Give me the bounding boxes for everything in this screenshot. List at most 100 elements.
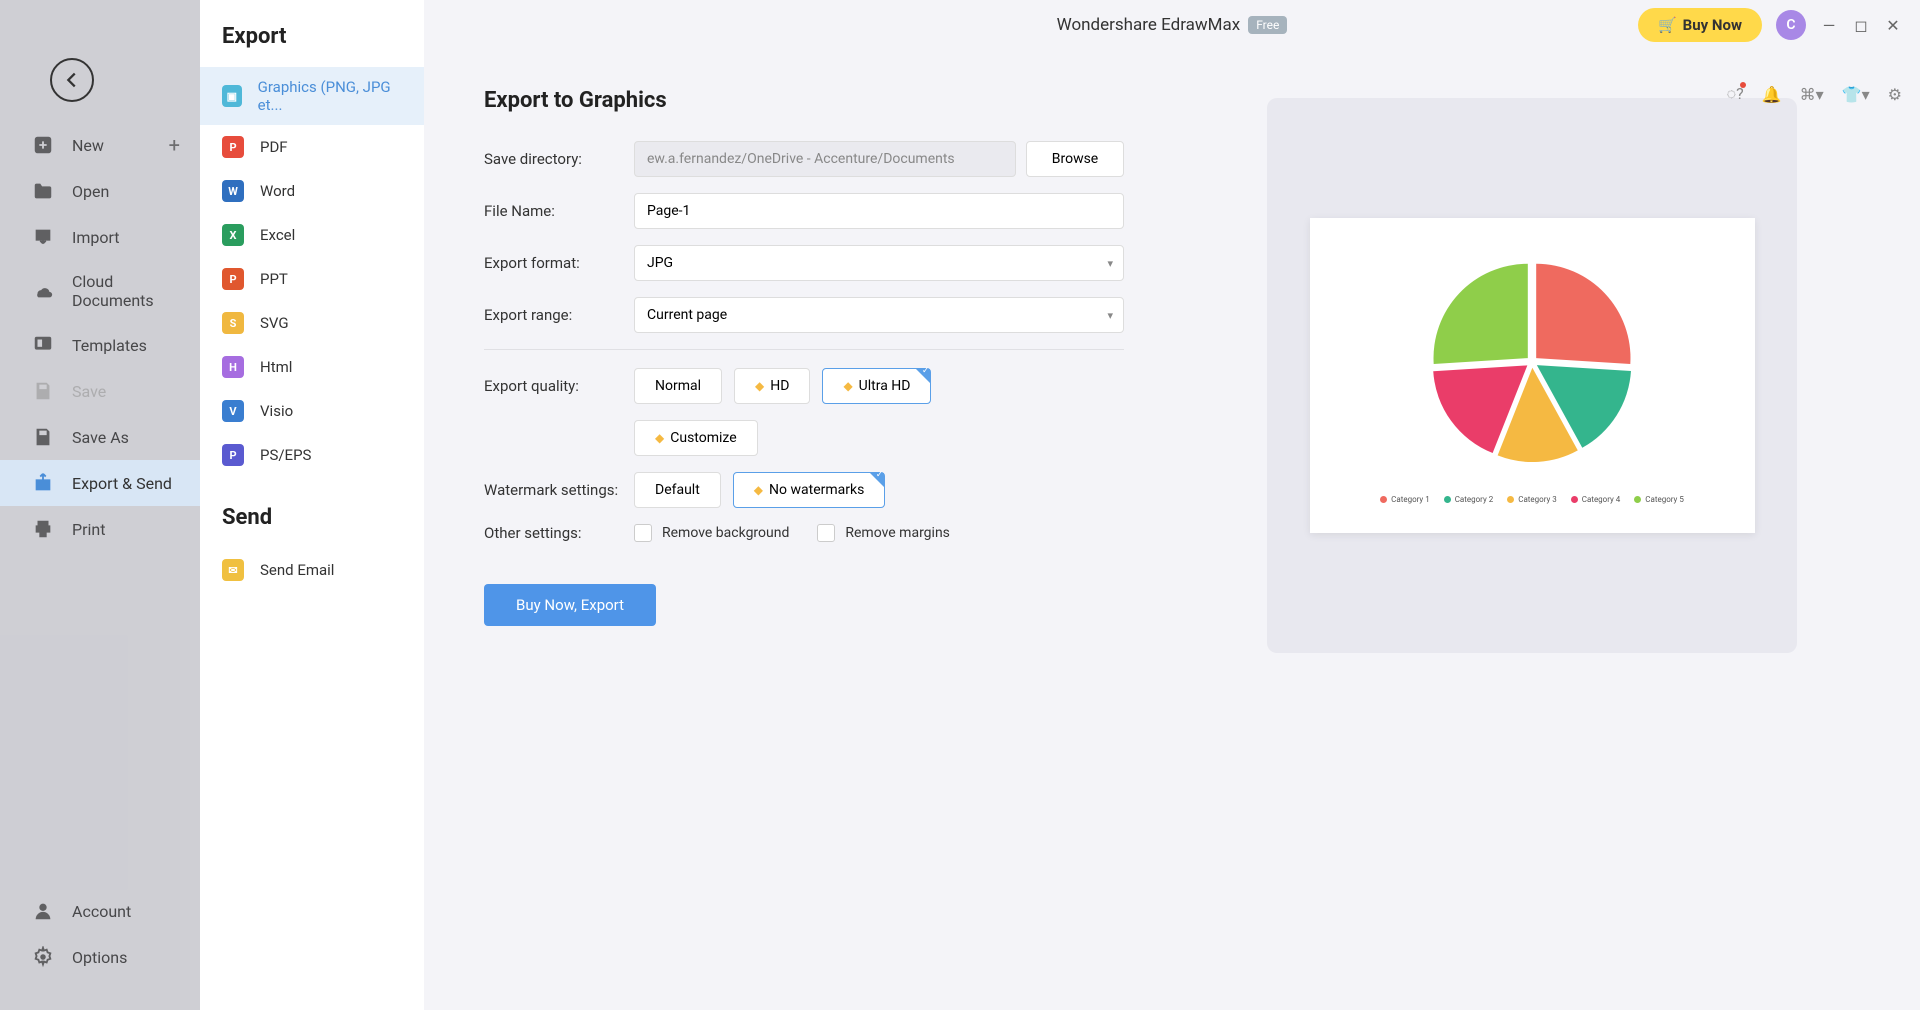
format-label: Excel — [260, 226, 295, 244]
app-title: Wondershare EdrawMax — [1057, 15, 1241, 35]
format-visio[interactable]: VVisio — [200, 389, 424, 433]
cloud-icon — [32, 280, 54, 302]
range-select[interactable]: Current page — [634, 297, 1124, 333]
label-fmt: Export format: — [484, 254, 634, 272]
saveas-icon — [32, 426, 54, 448]
grid-icon[interactable]: ⌘▾ — [1800, 85, 1824, 104]
wm-default[interactable]: Default — [634, 472, 721, 508]
quality-normal[interactable]: Normal — [634, 368, 722, 404]
quality-hd[interactable]: ◆HD — [734, 368, 810, 404]
diamond-icon: ◆ — [754, 483, 763, 497]
gear-icon[interactable]: ⚙ — [1888, 85, 1902, 104]
chk-remove-bg[interactable]: Remove background — [634, 524, 789, 542]
filename-input[interactable] — [634, 193, 1124, 229]
wm-none[interactable]: ◆No watermarks — [733, 472, 886, 508]
nav-label: Import — [72, 228, 120, 247]
preview-canvas: Category 1Category 2Category 3Category 4… — [1310, 218, 1755, 533]
nav-open[interactable]: Open — [0, 168, 200, 214]
quality-customize[interactable]: ◆Customize — [634, 420, 758, 456]
avatar[interactable]: C — [1776, 10, 1806, 40]
back-button[interactable] — [50, 58, 94, 102]
diamond-icon: ◆ — [755, 379, 764, 393]
buy-now-button[interactable]: 🛒 Buy Now — [1638, 8, 1762, 42]
format-word[interactable]: WWord — [200, 169, 424, 213]
export-heading: Export — [200, 24, 424, 67]
nav-cloud[interactable]: Cloud Documents — [0, 260, 200, 322]
preview-frame: Category 1Category 2Category 3Category 4… — [1267, 98, 1797, 653]
toolbar-icons: ◌? 🔔 ⌘▾ 👕▾ ⚙ — [1727, 84, 1902, 104]
format-ppt[interactable]: P PPT — [200, 257, 424, 301]
plus-icon[interactable]: + — [169, 133, 180, 157]
format-label: SVG — [260, 314, 289, 332]
export-form: Export to Graphics Save directory: Brows… — [484, 88, 1124, 653]
chart-legend: Category 1Category 2Category 3Category 4… — [1380, 495, 1684, 504]
nav-label: Print — [72, 520, 105, 539]
nav-saveas[interactable]: Save As — [0, 414, 200, 460]
format-label: PS/EPS — [260, 446, 311, 464]
save-dir-input[interactable] — [634, 141, 1016, 177]
nav-save: Save — [0, 368, 200, 414]
quality-uhd[interactable]: ◆Ultra HD — [822, 368, 931, 404]
help-icon[interactable]: ◌? — [1727, 84, 1744, 104]
send-heading: Send — [200, 477, 424, 548]
format-select[interactable]: JPG — [634, 245, 1124, 281]
format-html[interactable]: H Html — [200, 345, 424, 389]
ppt-icon: P — [222, 268, 244, 290]
print-icon — [32, 518, 54, 540]
folder-icon — [32, 180, 54, 202]
label-other: Other settings: — [484, 524, 634, 542]
nav-options[interactable]: Options — [0, 934, 200, 980]
nav-print[interactable]: Print — [0, 506, 200, 552]
diamond-icon: ◆ — [843, 379, 852, 393]
buy-label: Buy Now — [1683, 16, 1742, 34]
titlebar: Wondershare EdrawMax Free 🛒 Buy Now C — … — [424, 0, 1920, 50]
nav-label: Options — [72, 948, 127, 967]
nav-new[interactable]: New + — [0, 122, 200, 168]
label-range: Export range: — [484, 306, 634, 324]
format-pdf[interactable]: PPDF — [200, 125, 424, 169]
format-graphics[interactable]: ▣ Graphics (PNG, JPG et... — [200, 67, 424, 125]
nav-export[interactable]: Export & Send — [0, 460, 200, 506]
nav-label: Templates — [72, 336, 147, 355]
nav-import[interactable]: Import — [0, 214, 200, 260]
format-excel[interactable]: X Excel — [200, 213, 424, 257]
excel-icon: X — [222, 224, 244, 246]
maximize-button[interactable]: ◻ — [1852, 16, 1870, 34]
main-area: Wondershare EdrawMax Free 🛒 Buy Now C — … — [424, 0, 1920, 1010]
format-ps[interactable]: PPS/EPS — [200, 433, 424, 477]
format-panel: Export ▣ Graphics (PNG, JPG et... PPDF WW… — [200, 0, 424, 1010]
export-button[interactable]: Buy Now, Export — [484, 584, 656, 626]
nav-account[interactable]: Account — [0, 888, 200, 934]
nav-label: Export & Send — [72, 474, 172, 493]
html-icon: H — [222, 356, 244, 378]
nav-label: Open — [72, 182, 109, 201]
minimize-button[interactable]: — — [1820, 16, 1838, 34]
send-email[interactable]: ✉Send Email — [200, 548, 424, 592]
close-button[interactable]: ✕ — [1884, 16, 1902, 34]
templates-icon — [32, 334, 54, 356]
image-icon: ▣ — [222, 85, 242, 107]
save-icon — [32, 380, 54, 402]
free-badge: Free — [1248, 16, 1287, 34]
format-label: Graphics (PNG, JPG et... — [258, 78, 402, 114]
format-label: Visio — [260, 402, 293, 420]
export-icon — [32, 472, 54, 494]
label-wm: Watermark settings: — [484, 481, 634, 499]
left-sidebar: New + Open Import Cloud Documents Templa… — [0, 0, 200, 1010]
format-label: PPT — [260, 270, 288, 288]
label-quality: Export quality: — [484, 377, 634, 395]
format-label: Html — [260, 358, 292, 376]
browse-button[interactable]: Browse — [1026, 141, 1124, 177]
bell-icon[interactable]: 🔔 — [1762, 85, 1782, 104]
arrow-left-icon — [61, 69, 83, 91]
chk-remove-margins[interactable]: Remove margins — [817, 524, 950, 542]
svg-icon: S — [222, 312, 244, 334]
divider — [484, 349, 1124, 350]
diamond-icon: ◆ — [655, 431, 664, 445]
label-fname: File Name: — [484, 202, 634, 220]
shirt-icon[interactable]: 👕▾ — [1842, 85, 1870, 104]
cart-icon: 🛒 — [1658, 16, 1677, 34]
nav-templates[interactable]: Templates — [0, 322, 200, 368]
format-svg[interactable]: S SVG — [200, 301, 424, 345]
nav-label: New — [72, 136, 104, 155]
